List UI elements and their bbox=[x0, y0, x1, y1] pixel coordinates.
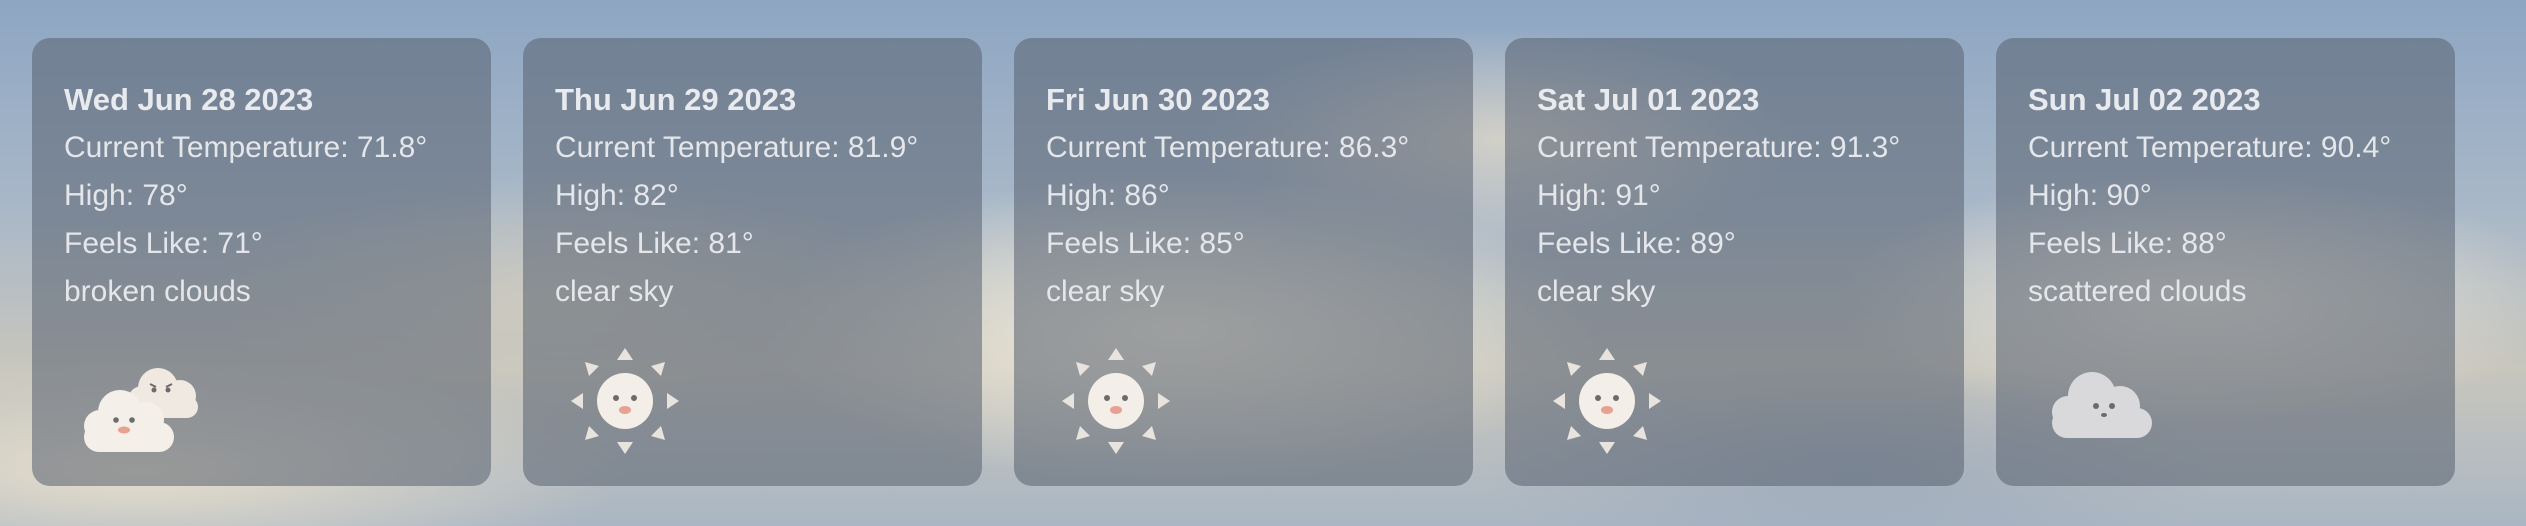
sun-icon bbox=[1549, 346, 1669, 456]
forecast-cards: Wed Jun 28 2023 Current Temperature: 71.… bbox=[32, 38, 2455, 486]
feels-like-temperature: Feels Like: 88° bbox=[2028, 227, 2227, 260]
current-temperature: Current Temperature: 91.3° bbox=[1537, 131, 1901, 164]
feels-like-temperature: Feels Like: 89° bbox=[1537, 227, 1736, 260]
forecast-date: Sat Jul 01 2023 bbox=[1537, 82, 1760, 117]
forecast-date: Thu Jun 29 2023 bbox=[555, 82, 797, 117]
high-temperature: High: 86° bbox=[1046, 179, 1170, 212]
weather-description: clear sky bbox=[555, 275, 674, 308]
forecast-date: Sun Jul 02 2023 bbox=[2028, 82, 2261, 117]
current-temperature: Current Temperature: 71.8° bbox=[64, 131, 428, 164]
feels-like-temperature: Feels Like: 71° bbox=[64, 227, 263, 260]
broken-clouds-icon bbox=[76, 346, 198, 456]
high-temperature: High: 78° bbox=[64, 179, 188, 212]
forecast-card-wed-jun-28: Wed Jun 28 2023 Current Temperature: 71.… bbox=[32, 38, 491, 486]
high-temperature: High: 90° bbox=[2028, 179, 2152, 212]
forecast-card-sat-jul-01: Sat Jul 01 2023 Current Temperature: 91.… bbox=[1505, 38, 1964, 486]
weather-description: scattered clouds bbox=[2028, 275, 2247, 308]
sun-icon bbox=[567, 346, 687, 456]
forecast-card-thu-jun-29: Thu Jun 29 2023 Current Temperature: 81.… bbox=[523, 38, 982, 486]
weather-description: broken clouds bbox=[64, 275, 251, 308]
current-temperature: Current Temperature: 81.9° bbox=[555, 131, 919, 164]
forecast-card-fri-jun-30: Fri Jun 30 2023 Current Temperature: 86.… bbox=[1014, 38, 1473, 486]
forecast-date: Wed Jun 28 2023 bbox=[64, 82, 314, 117]
sun-icon bbox=[1058, 346, 1178, 456]
weather-description: clear sky bbox=[1537, 275, 1656, 308]
scattered-clouds-icon bbox=[2040, 346, 2160, 456]
feels-like-temperature: Feels Like: 81° bbox=[555, 227, 754, 260]
high-temperature: High: 91° bbox=[1537, 179, 1661, 212]
forecast-date: Fri Jun 30 2023 bbox=[1046, 82, 1271, 117]
feels-like-temperature: Feels Like: 85° bbox=[1046, 227, 1245, 260]
forecast-card-sun-jul-02: Sun Jul 02 2023 Current Temperature: 90.… bbox=[1996, 38, 2455, 486]
current-temperature: Current Temperature: 86.3° bbox=[1046, 131, 1410, 164]
weather-description: clear sky bbox=[1046, 275, 1165, 308]
current-temperature: Current Temperature: 90.4° bbox=[2028, 131, 2392, 164]
high-temperature: High: 82° bbox=[555, 179, 679, 212]
